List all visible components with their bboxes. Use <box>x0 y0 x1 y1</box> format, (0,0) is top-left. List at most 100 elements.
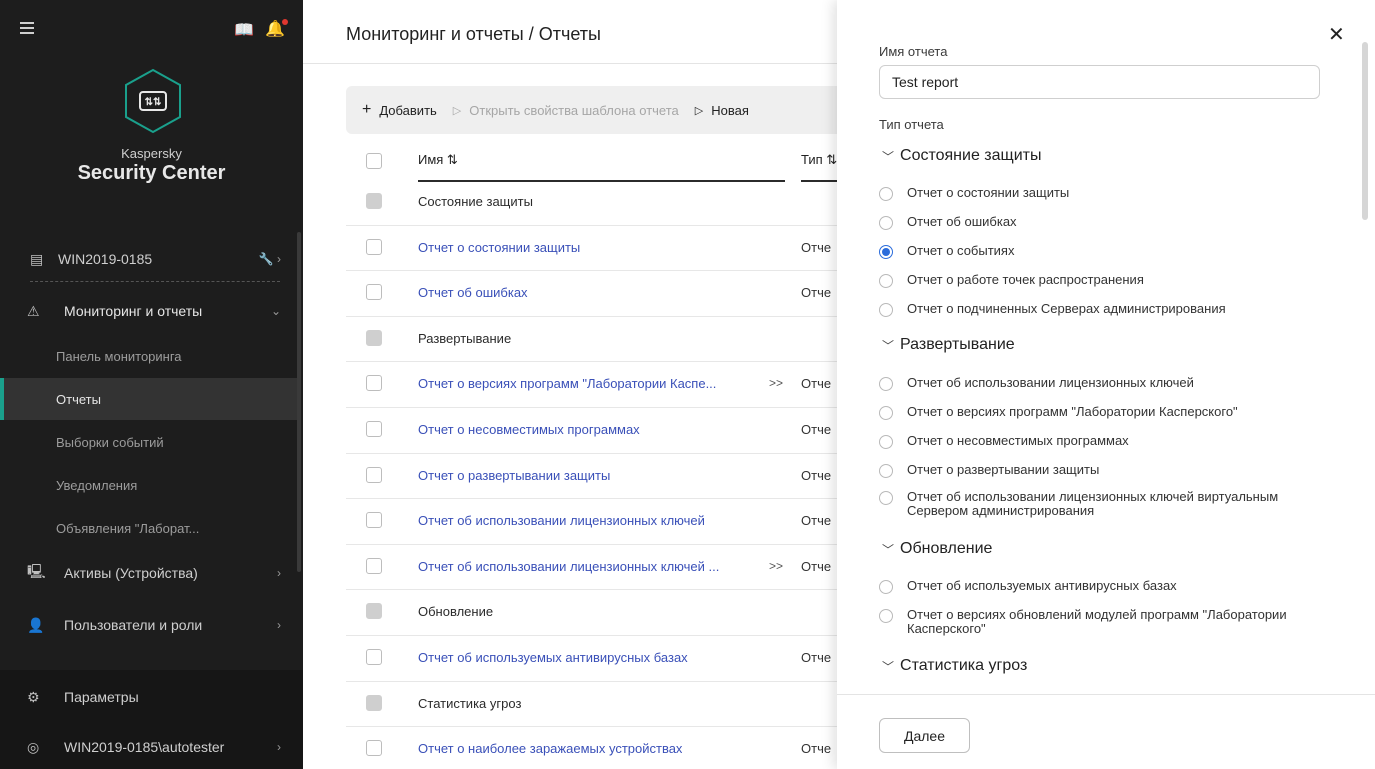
report-category[interactable]: ﹀ Развертывание <box>882 336 1015 354</box>
radio-button[interactable] <box>879 435 893 449</box>
sidebar-item-users[interactable]: 👤 Пользователи и роли › <box>0 604 297 646</box>
row-checkbox[interactable] <box>366 466 382 483</box>
sidebar-item-settings[interactable]: ⚙ Параметры <box>0 676 297 718</box>
row-name[interactable]: Отчет об использовании лицензионных ключ… <box>418 513 705 528</box>
row-checkbox[interactable] <box>366 512 382 529</box>
report-category[interactable]: ﹀ Статистика угроз <box>882 657 1027 675</box>
new-report-panel: ✕ Имя отчета Тип отчета ﹀ Состояние защит… <box>837 0 1375 769</box>
row-name[interactable]: Отчет о версиях программ "Лаборатории Ка… <box>418 376 716 391</box>
table-row[interactable]: Отчет об использовании лицензионных ключ… <box>346 545 866 591</box>
row-checkbox[interactable] <box>366 329 382 346</box>
report-name-input[interactable] <box>879 65 1320 99</box>
sidebar-item-assets[interactable]: 🖳 Активы (Устройства) › <box>0 552 297 594</box>
row-checkbox[interactable] <box>366 238 382 255</box>
row-name[interactable]: Отчет об ошибках <box>418 285 528 300</box>
sidebar-item-reports[interactable]: Отчеты <box>0 378 297 420</box>
row-checkbox[interactable] <box>366 284 382 301</box>
table-group-row[interactable]: Обновление <box>346 590 866 636</box>
sidebar-item-event-selections[interactable]: Выборки событий <box>0 421 297 463</box>
report-category[interactable]: ﹀ Обновление <box>882 540 992 558</box>
row-checkbox[interactable] <box>366 420 382 437</box>
radio-button[interactable] <box>879 377 893 391</box>
row-name[interactable]: Отчет об использовании лицензионных ключ… <box>418 559 719 574</box>
table-row[interactable]: Отчет о версиях программ "Лаборатории Ка… <box>346 362 866 408</box>
table-row[interactable]: Отчет о состоянии защиты Отче <box>346 226 866 272</box>
report-type-option[interactable]: Отчет об используемых антивирусных базах <box>879 579 1302 594</box>
row-checkbox[interactable] <box>366 740 382 757</box>
sidebar-item-account[interactable]: ◎ WIN2019-0185\autotester › <box>0 726 297 768</box>
table-group-row[interactable]: Статистика угроз <box>346 682 866 728</box>
report-type-option[interactable]: Отчет о подчиненных Серверах администрир… <box>879 302 1302 317</box>
sidebar-top: 📖 🔔 <box>0 0 303 60</box>
sidebar-item-server[interactable]: ▤ WIN2019-0185 🔧 › <box>0 238 297 280</box>
table-row[interactable]: Отчет о несовместимых программах Отче <box>346 408 866 454</box>
notification-bell-icon[interactable]: 🔔 <box>265 19 288 39</box>
radio-button[interactable] <box>879 216 893 230</box>
report-type-option-label: Отчет об используемых антивирусных базах <box>907 578 1177 593</box>
radio-button[interactable] <box>879 580 893 594</box>
main-content: Мониторинг и отчеты / Отчеты + Добавить … <box>303 0 881 769</box>
table-row[interactable]: Отчет об использовании лицензионных ключ… <box>346 499 866 545</box>
panel-scrollbar-thumb[interactable] <box>1362 42 1368 220</box>
row-name[interactable]: Отчет о несовместимых программах <box>418 422 640 437</box>
radio-button[interactable] <box>879 609 893 623</box>
open-template-properties-button[interactable]: ▷ Открыть свойства шаблона отчета <box>453 103 679 118</box>
report-type-option[interactable]: Отчет о версиях обновлений модулей прогр… <box>879 608 1302 636</box>
radio-button[interactable] <box>879 303 893 317</box>
row-name[interactable]: Отчет об используемых антивирусных базах <box>418 650 688 665</box>
close-icon[interactable]: ✕ <box>1328 22 1345 47</box>
row-checkbox[interactable] <box>366 193 382 209</box>
account-label: WIN2019-0185\autotester <box>64 739 225 755</box>
expand-more-icon[interactable]: >> <box>769 376 783 390</box>
row-checkbox[interactable] <box>366 557 382 574</box>
row-name[interactable]: Отчет о состоянии защиты <box>418 240 580 255</box>
hamburger-menu-icon[interactable] <box>20 22 34 34</box>
table-row[interactable]: Отчет об ошибках Отче <box>346 271 866 317</box>
table-group-row[interactable]: Развертывание <box>346 317 866 363</box>
table-group-row[interactable]: Состояние защиты <box>346 180 866 226</box>
report-type-option[interactable]: Отчет о событиях <box>879 244 1302 259</box>
new-report-button[interactable]: ▷ Новая <box>695 103 749 118</box>
radio-button[interactable] <box>879 187 893 201</box>
warning-icon: ⚠ <box>27 302 40 319</box>
radio-button[interactable] <box>879 464 893 478</box>
radio-button[interactable] <box>879 245 893 259</box>
wrench-icon[interactable]: 🔧 › <box>259 252 281 266</box>
column-header-name[interactable]: Имя ⇅ <box>418 152 785 182</box>
radio-button[interactable] <box>879 491 893 505</box>
row-name[interactable]: Отчет о наиболее заражаемых устройствах <box>418 741 682 756</box>
panel-scrollbar[interactable] <box>1362 42 1368 692</box>
report-type-option[interactable]: Отчет о версиях программ "Лаборатории Ка… <box>879 405 1302 420</box>
radio-button[interactable] <box>879 274 893 288</box>
row-checkbox[interactable] <box>366 694 382 711</box>
row-checkbox[interactable] <box>366 375 382 392</box>
row-checkbox[interactable] <box>366 603 382 620</box>
table-row[interactable]: Отчет об используемых антивирусных базах… <box>346 636 866 682</box>
report-type-option[interactable]: Отчет об использовании лицензионных ключ… <box>879 490 1302 518</box>
chevron-down-icon: ﹀ <box>882 149 895 164</box>
table-row[interactable]: Отчет о развертывании защиты Отче <box>346 454 866 500</box>
table-row[interactable]: Отчет о наиболее заражаемых устройствах О… <box>346 727 866 769</box>
expand-more-icon[interactable]: >> <box>769 559 783 573</box>
row-checkbox[interactable] <box>366 648 382 665</box>
add-button[interactable]: + Добавить <box>362 101 437 119</box>
report-type-option[interactable]: Отчет об ошибках <box>879 215 1302 230</box>
report-type-option[interactable]: Отчет о несовместимых программах <box>879 434 1302 449</box>
radio-button[interactable] <box>879 406 893 420</box>
report-type-option[interactable]: Отчет о состоянии защиты <box>879 186 1302 201</box>
sidebar-item-announcements[interactable]: Объявления "Лаборат... <box>0 507 297 549</box>
select-all-checkbox[interactable] <box>366 153 382 169</box>
sidebar-item-dashboard[interactable]: Панель мониторинга <box>0 335 297 377</box>
sidebar-item-monitoring[interactable]: ⚠ Мониторинг и отчеты ⌄ <box>0 290 297 332</box>
sidebar-scrollbar[interactable] <box>297 232 301 572</box>
book-icon[interactable]: 📖 <box>234 20 254 40</box>
report-category[interactable]: ﹀ Состояние защиты <box>882 147 1041 165</box>
brand-name: Kaspersky <box>121 146 182 161</box>
row-type: Отче <box>801 376 832 392</box>
report-type-option[interactable]: Отчет об использовании лицензионных ключ… <box>879 376 1302 391</box>
next-button[interactable]: Далее <box>879 718 970 753</box>
sidebar-item-notifications[interactable]: Уведомления <box>0 464 297 506</box>
report-type-option[interactable]: Отчет о работе точек распространения <box>879 273 1302 288</box>
report-type-option[interactable]: Отчет о развертывании защиты <box>879 463 1302 478</box>
row-name[interactable]: Отчет о развертывании защиты <box>418 468 610 483</box>
